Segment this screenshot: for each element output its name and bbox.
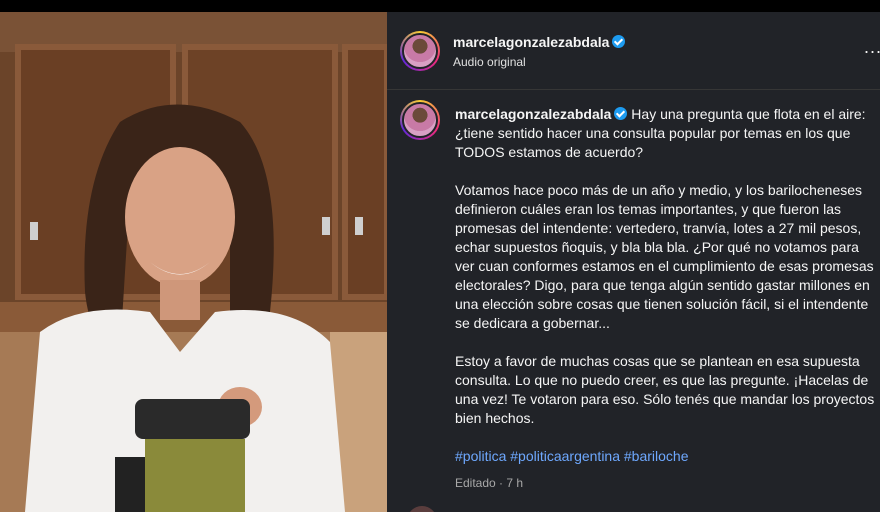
post-sidebar: marcelagonzalezabdala Audio original ...… [387, 12, 880, 512]
caption-paragraph-2: Votamos hace poco más de un año y medio,… [455, 182, 874, 331]
caption-hashtags[interactable]: #politica #politicaargentina #bariloche [455, 447, 875, 466]
top-strip [0, 0, 880, 12]
verified-badge-icon [614, 107, 628, 120]
verified-badge-icon [612, 35, 626, 48]
author-avatar[interactable] [400, 31, 440, 71]
author-name-line: marcelagonzalezabdala [453, 34, 626, 52]
edited-timestamp: Editado · 7 h [455, 476, 524, 490]
caption-username[interactable]: marcelagonzalezabdala [455, 106, 611, 122]
post-header: marcelagonzalezabdala Audio original ... [387, 12, 880, 90]
post-media[interactable] [0, 12, 387, 512]
video-frame [0, 12, 387, 512]
next-comment-avatar[interactable] [407, 506, 437, 512]
post-caption: marcelagonzalezabdala Hay una pregunta q… [455, 105, 875, 493]
audio-link[interactable]: Audio original [453, 55, 526, 69]
caption-avatar[interactable] [400, 100, 440, 140]
author-username[interactable]: marcelagonzalezabdala [453, 34, 609, 50]
caption-paragraph-3: Estoy a favor de muchas cosas que se pla… [455, 353, 875, 426]
more-options-icon[interactable]: ... [864, 38, 880, 56]
caption-intro: marcelagonzalezabdala Hay una pregunta q… [455, 105, 875, 162]
